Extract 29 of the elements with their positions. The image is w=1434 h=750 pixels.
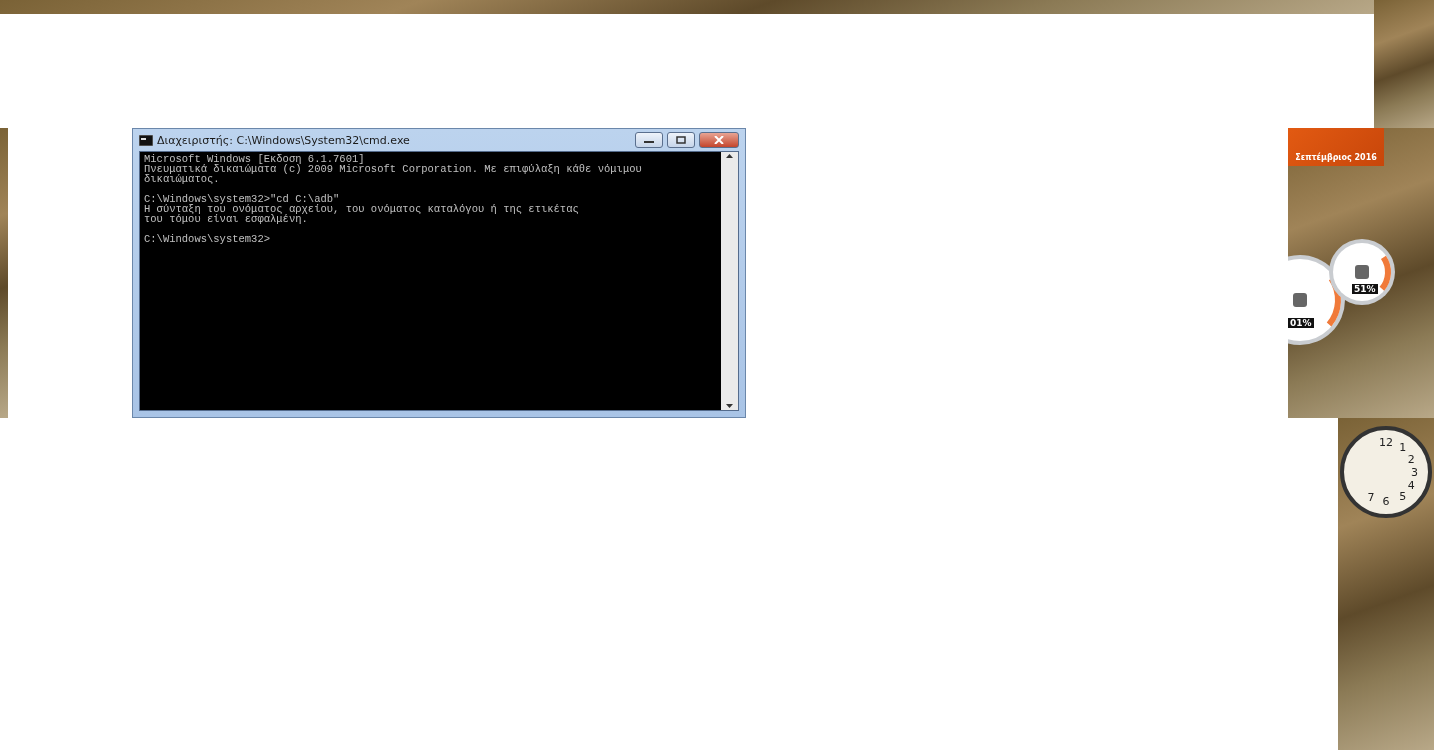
close-button[interactable] [699, 132, 739, 148]
calendar-month: Σεπτέμβριος 2016 [1295, 153, 1377, 162]
console-app-icon [139, 134, 153, 146]
clock-numeral: 12 [1379, 435, 1393, 449]
console-line: Η σύνταξη του ονόματος αρχείου, του ονόματος καταλόγου ή της ετικέτας [144, 204, 580, 214]
meter-reading: 51% [1352, 284, 1378, 294]
clock-numeral: 1 [1399, 440, 1407, 454]
minimize-button[interactable] [635, 132, 663, 148]
console-line: C:\Windows\system32>"cd C:\adb" [144, 194, 341, 204]
maximize-icon [676, 136, 686, 144]
maximize-button[interactable] [667, 132, 695, 148]
console-line: C:\Windows\system32> [144, 234, 272, 244]
close-icon [714, 136, 724, 144]
clock-numeral: 4 [1407, 478, 1415, 492]
memory-meter-gauge [1328, 238, 1396, 306]
console-line: Microsoft Windows [Εκδοση 6.1.7601] [144, 154, 365, 164]
window-title: Διαχειριστής: C:\Windows\System32\cmd.exe [157, 133, 411, 147]
meter-reading: 01% [1288, 318, 1314, 328]
clock-numeral: 6 [1382, 494, 1390, 508]
clock-numeral: 2 [1407, 452, 1415, 466]
scrollbar[interactable] [721, 152, 738, 410]
scroll-up-icon[interactable] [725, 152, 734, 161]
console-line: του τόμου είναι εσφαλμένη. [144, 214, 308, 224]
console-line: δικαιώματος. [144, 174, 220, 184]
scroll-down-icon[interactable] [725, 401, 734, 410]
clock-numeral: 7 [1367, 490, 1375, 504]
clock-numeral: 3 [1411, 465, 1419, 479]
clock-numeral: 5 [1399, 489, 1407, 502]
console-line: Πνευματικά δικαιώματα (c) 2009 Microsoft Corporation. Με επιφύλαξη κάθε νόμιμου [144, 164, 643, 174]
